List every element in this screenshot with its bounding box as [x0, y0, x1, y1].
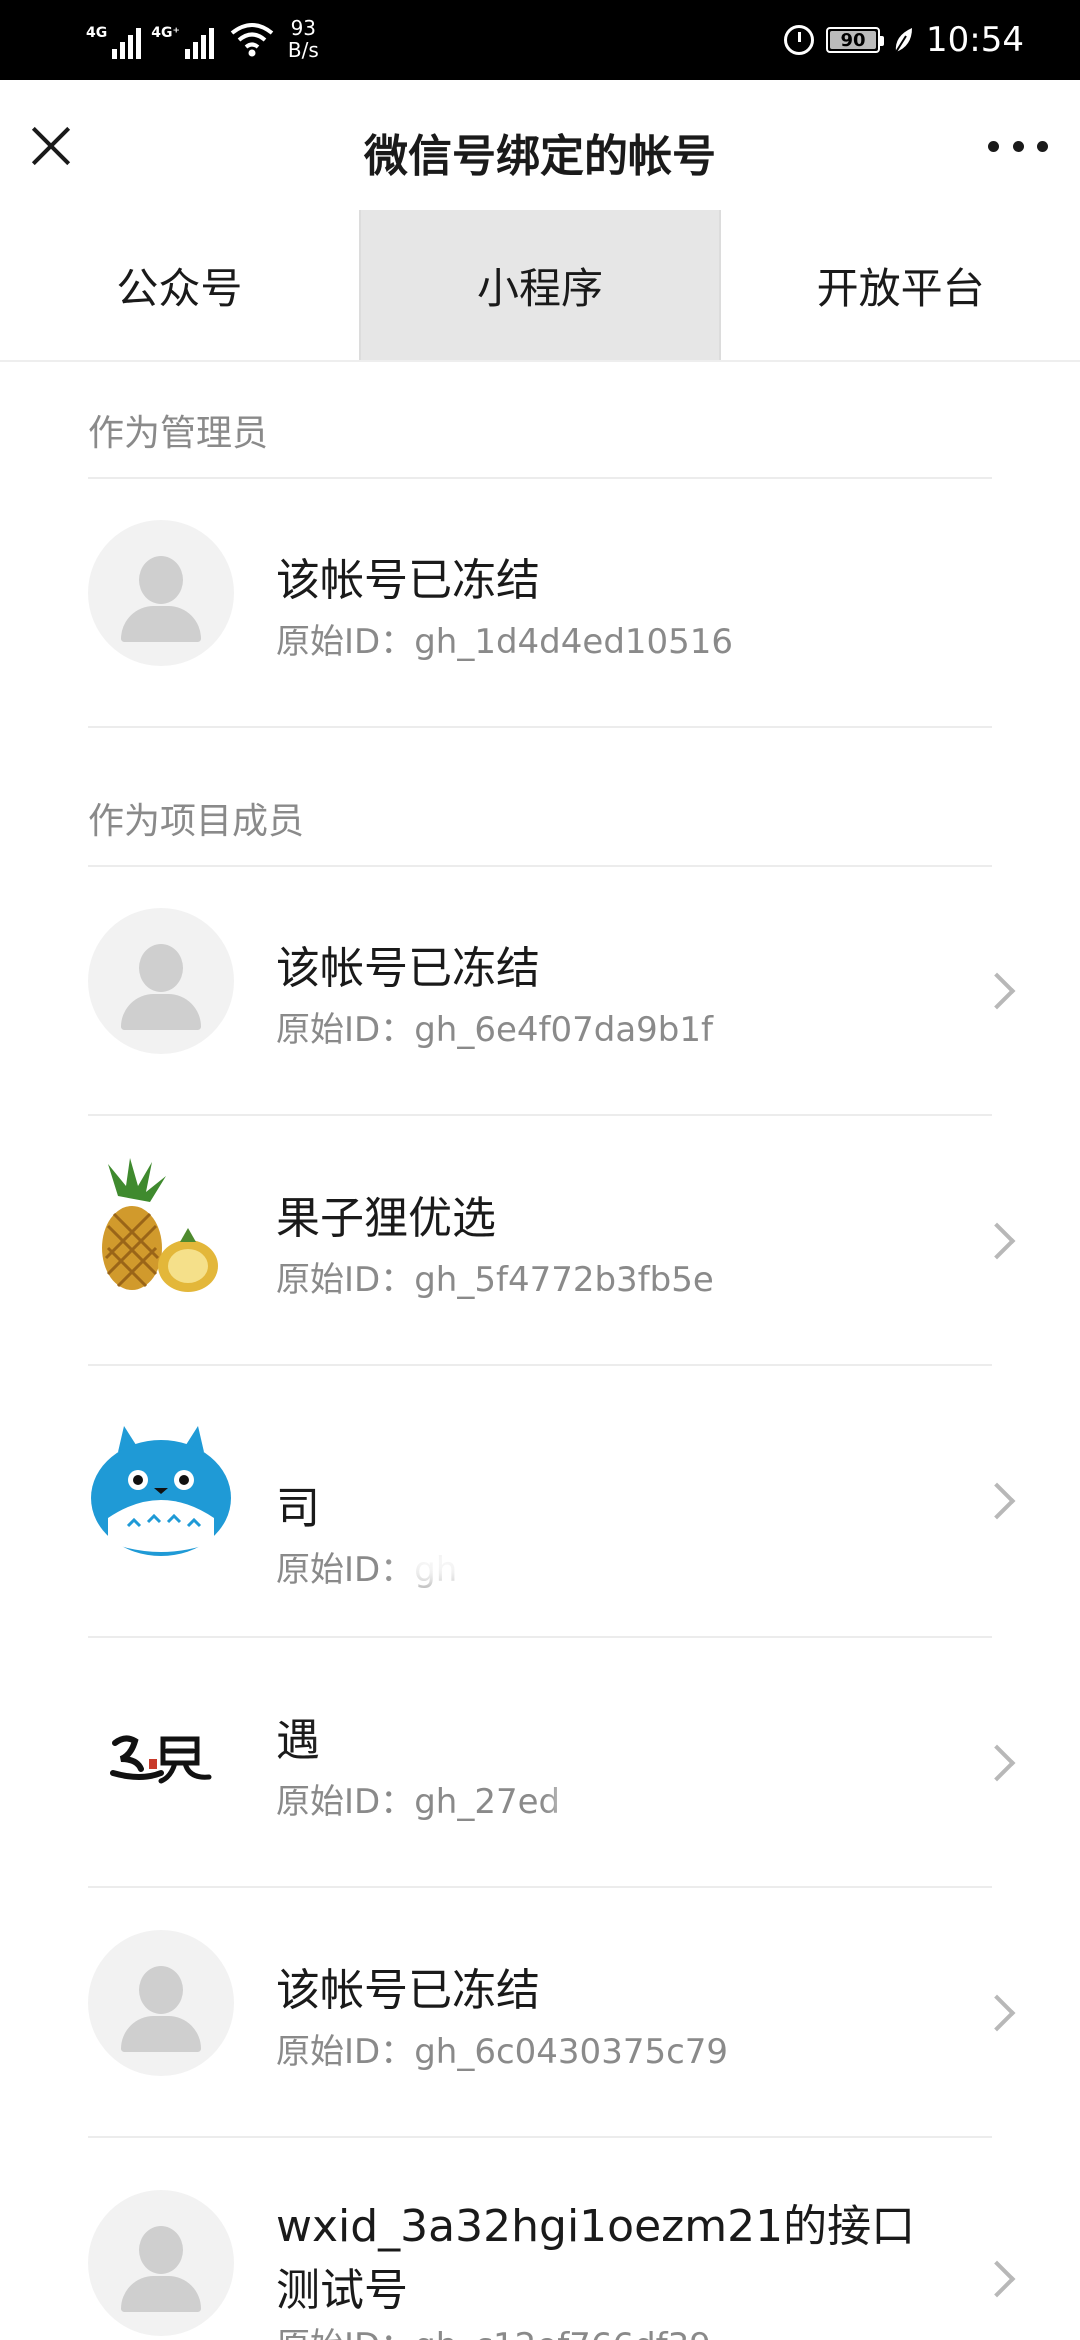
network-type-label: 4G: [86, 25, 108, 41]
status-bar: 4G 4G⁺ 93 B/s 90 10:54: [0, 0, 1080, 80]
redaction: [330, 1698, 590, 1754]
account-name: 果子狸优选: [276, 1193, 496, 1244]
calligraphy-logo: [88, 1686, 234, 1832]
redaction: [560, 1768, 740, 1820]
redaction: [270, 1396, 890, 1456]
account-name: 遇: [276, 1715, 320, 1766]
tab-open-platform[interactable]: 开放平台: [721, 210, 1080, 360]
chevron-right-icon: [978, 1482, 1016, 1520]
chevron-right-icon: [978, 972, 1016, 1010]
account-name: 司: [276, 1483, 320, 1534]
list-item[interactable]: 该帐号已冻结 原始ID：gh_1d4d4ed10516: [0, 478, 1080, 726]
alarm-icon: [784, 25, 815, 55]
account-id: 原始ID：gh_1d4d4ed10516: [276, 622, 734, 662]
more-icon[interactable]: [988, 136, 1048, 156]
title-bar: 微信号绑定的帐号: [0, 80, 1080, 210]
leaf-icon: [895, 28, 913, 53]
chevron-right-icon: [978, 1744, 1016, 1782]
page-title: 微信号绑定的帐号: [364, 131, 716, 182]
avatar: [88, 908, 234, 1054]
clock: 10:54: [926, 20, 1024, 60]
account-id: 原始ID：gh_6e4f07da9b1f: [276, 1010, 713, 1050]
net-speed-unit: B/s: [287, 38, 319, 62]
totoro-avatar: [88, 1422, 234, 1568]
account-id: 原始ID：gh_6c0430375c79: [276, 2032, 729, 2072]
chevron-right-icon: [978, 2260, 1016, 2298]
list-item[interactable]: 该帐号已冻结 原始ID：gh_6c0430375c79: [0, 1888, 1080, 2136]
account-id: 原始ID：gh_c12ef766df39: [276, 2318, 711, 2340]
battery-level: 90: [840, 29, 866, 51]
account-id: 原始ID：gh_27ed: [276, 1782, 561, 1822]
account-name: 该帐号已冻结: [276, 943, 540, 994]
wifi-icon: [230, 23, 274, 57]
network-type-label: 4G⁺: [151, 25, 180, 41]
redaction: [400, 1536, 720, 1588]
signal-icon: 4G: [86, 19, 142, 59]
list-item[interactable]: 果子狸优选 原始ID：gh_5f4772b3fb5e: [0, 1116, 1080, 1364]
avatar: [88, 520, 234, 666]
account-name: 该帐号已冻结: [276, 555, 540, 606]
tab-mini-programs[interactable]: 小程序: [358, 210, 722, 360]
signal-icon: 4G⁺: [151, 19, 214, 59]
list-item[interactable]: 遇 原始ID：gh_27ed: [0, 1638, 1080, 1886]
section-label-admin: 作为管理员: [88, 413, 269, 454]
section-label-member: 作为项目成员: [88, 801, 305, 842]
battery-icon: 90: [826, 27, 885, 53]
avatar: [88, 2190, 234, 2336]
account-name: 该帐号已冻结: [276, 1965, 540, 2016]
tab-bar: 公众号 小程序 开放平台: [0, 210, 1080, 362]
account-name-line2: 测试号: [276, 2265, 408, 2316]
net-speed: 93 B/s: [288, 17, 319, 61]
net-speed-value: 93: [290, 16, 317, 40]
avatar: [88, 1930, 234, 2076]
list-item[interactable]: 该帐号已冻结 原始ID：gh_6e4f07da9b1f: [0, 866, 1080, 1114]
list-item[interactable]: 司 原始ID：gh: [0, 1366, 1080, 1636]
chevron-right-icon: [978, 1994, 1016, 2032]
list-item[interactable]: wxid_3a32hgi1oezm21的接口 测试号 原始ID：gh_c12ef…: [0, 2138, 1080, 2340]
account-name: wxid_3a32hgi1oezm21的接口: [276, 2201, 916, 2252]
chevron-right-icon: [978, 1222, 1016, 1260]
account-id: 原始ID：gh_5f4772b3fb5e: [276, 1260, 714, 1300]
pineapple-avatar: [88, 1156, 234, 1302]
divider: [88, 726, 992, 728]
tab-official-accounts[interactable]: 公众号: [0, 210, 359, 360]
